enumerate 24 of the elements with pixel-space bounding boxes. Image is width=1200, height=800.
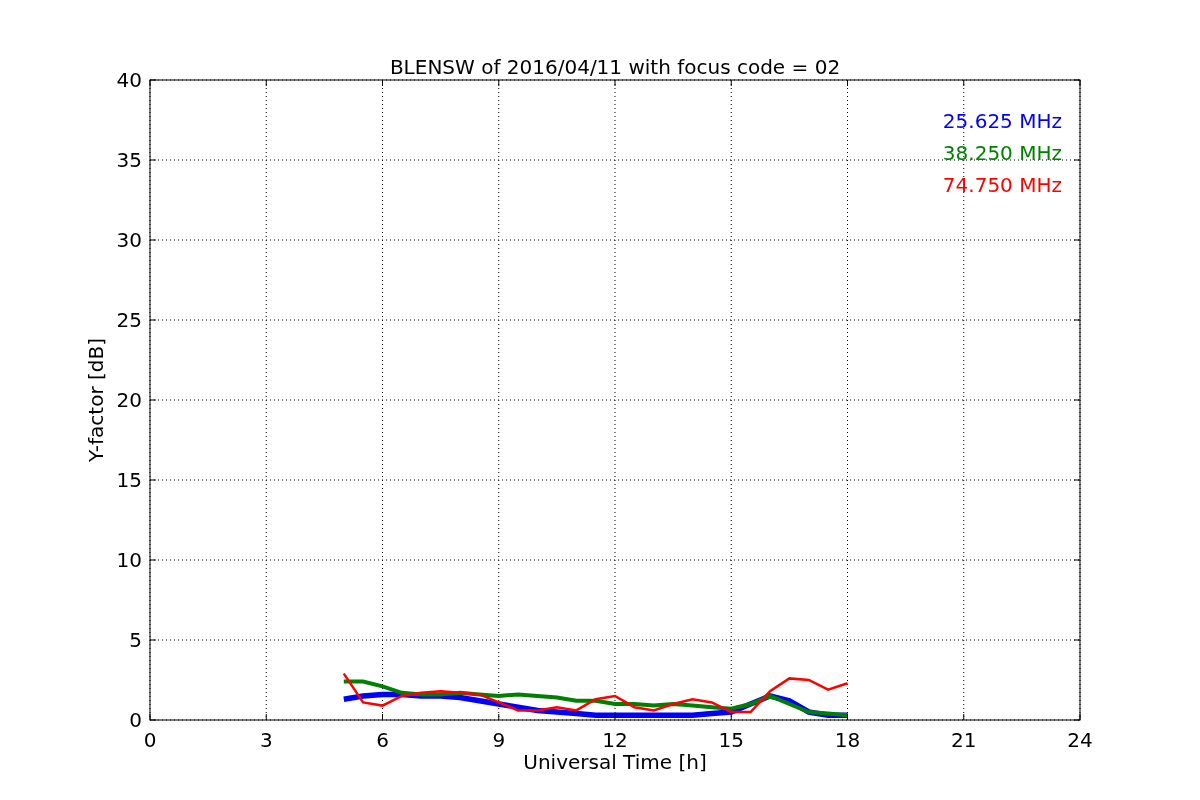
tick-label: 21 — [951, 728, 977, 752]
tick-label: 6 — [376, 728, 389, 752]
tick-label: 18 — [834, 728, 861, 752]
y-axis-label: Y-factor [dB] — [84, 338, 108, 462]
legend-label: 74.750 MHz — [942, 173, 1062, 197]
tick-label: 35 — [116, 148, 142, 172]
tick-label: 15 — [116, 468, 142, 492]
tick-label: 5 — [129, 628, 142, 652]
legend-label: 38.250 MHz — [942, 141, 1062, 165]
chart-title: BLENSW of 2016/04/11 with focus code = 02 — [389, 55, 841, 79]
tick-label: 9 — [492, 728, 506, 752]
tick-label: 15 — [718, 728, 744, 752]
tick-label: 0 — [129, 708, 142, 732]
tick-label: 24 — [1067, 728, 1093, 752]
tick-label: 12 — [602, 728, 628, 752]
tick-label: 10 — [116, 548, 142, 572]
tick-label: 40 — [116, 68, 142, 92]
legend-label: 25.625 MHz — [942, 109, 1062, 133]
tick-label: 0 — [143, 728, 157, 752]
tick-label: 30 — [116, 228, 142, 252]
tick-label: 3 — [259, 728, 273, 752]
tick-label: 25 — [116, 308, 142, 332]
tick-label: 20 — [116, 388, 142, 412]
x-axis-label: Universal Time [h] — [523, 750, 707, 774]
